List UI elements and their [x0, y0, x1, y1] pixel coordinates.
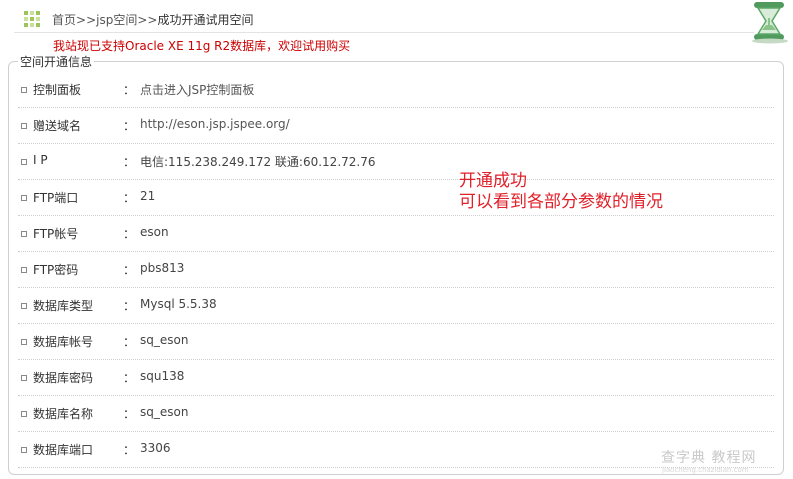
square-bullet-icon — [21, 447, 27, 453]
row-label: 数据库名称 — [33, 407, 94, 421]
square-bullet-icon — [21, 87, 27, 93]
row-colon: ： — [123, 155, 136, 169]
breadcrumb-home-link[interactable]: 首页 — [52, 13, 76, 27]
square-bullet-icon — [21, 231, 27, 237]
row-label: 数据库密码 — [33, 371, 94, 385]
row-db-account: 数据库帐号 ： sq_eson — [18, 324, 774, 360]
row-label: FTP密码 — [33, 263, 79, 277]
row-label: I P — [33, 153, 48, 167]
row-value: pbs813 — [140, 261, 185, 275]
breadcrumb: 首页>>jsp空间>>成功开通试用空间 — [52, 11, 253, 28]
row-colon: ： — [123, 371, 136, 385]
row-colon: ： — [123, 443, 136, 457]
square-bullet-icon — [21, 159, 27, 165]
square-bullet-icon — [21, 303, 27, 309]
row-value: sq_eson — [140, 333, 189, 347]
breadcrumb-section-link[interactable]: jsp空间 — [96, 13, 137, 27]
row-colon: ： — [123, 227, 136, 241]
row-value: squ138 — [140, 369, 185, 383]
breadcrumb-separator: >> — [137, 13, 158, 27]
row-label: 数据库帐号 — [33, 335, 94, 349]
grid-icon — [24, 11, 40, 27]
watermark: 查字典 教程网 — [661, 450, 757, 466]
row-domain: 赠送域名 ： http://eson.jsp.jspee.org/ — [18, 108, 774, 144]
row-db-type: 数据库类型 ： Mysql 5.5.38 — [18, 288, 774, 324]
row-label: FTP端口 — [33, 191, 79, 205]
row-value: Mysql 5.5.38 — [140, 297, 217, 311]
row-colon: ： — [123, 191, 136, 205]
row-value: 电信:115.238.249.172 联通:60.12.72.76 — [140, 155, 376, 169]
row-label: 数据库端口 — [33, 443, 94, 457]
row-value: sq_eson — [140, 405, 189, 419]
square-bullet-icon — [21, 267, 27, 273]
square-bullet-icon — [21, 411, 27, 417]
row-colon: ： — [123, 263, 136, 277]
success-annotation: 开通成功 可以看到各部分参数的情况 — [459, 171, 663, 213]
row-ftp-account: FTP帐号 ： eson — [18, 216, 774, 252]
row-value: eson — [140, 225, 169, 239]
row-colon: ： — [123, 119, 136, 133]
row-colon: ： — [123, 299, 136, 313]
row-db-name: 数据库名称 ： sq_eson — [18, 396, 774, 432]
breadcrumb-separator: >> — [76, 13, 97, 27]
control-panel-link[interactable]: 点击进入JSP控制面板 — [140, 81, 254, 98]
square-bullet-icon — [21, 123, 27, 129]
annotation-line-1: 开通成功 — [459, 171, 527, 191]
square-bullet-icon — [21, 339, 27, 345]
row-control-panel: 控制面板 ： 点击进入JSP控制面板 — [18, 72, 774, 108]
square-bullet-icon — [21, 375, 27, 381]
row-colon: ： — [123, 407, 136, 421]
domain-link[interactable]: http://eson.jsp.jspee.org/ — [140, 117, 290, 131]
row-ftp-password: FTP密码 ： pbs813 — [18, 252, 774, 288]
annotation-line-2: 可以看到各部分参数的情况 — [459, 192, 663, 212]
row-label: 赠送域名 — [33, 119, 82, 133]
breadcrumb-current: 成功开通试用空间 — [157, 13, 254, 27]
row-label: FTP帐号 — [33, 227, 79, 241]
panel-title: 空间开通信息 — [18, 53, 95, 70]
row-label: 控制面板 — [33, 83, 82, 97]
info-rows: 控制面板 ： 点击进入JSP控制面板 赠送域名 ： http://eson.js… — [18, 72, 774, 468]
hourglass-icon — [752, 2, 788, 44]
breadcrumb-bar: 首页>>jsp空间>>成功开通试用空间 — [14, 6, 754, 33]
oracle-notice: 我站现已支持Oracle XE 11g R2数据库，欢迎试用购买 — [53, 39, 351, 53]
row-value: 21 — [140, 189, 156, 203]
row-colon: ： — [123, 335, 136, 349]
row-label: 数据库类型 — [33, 299, 94, 313]
row-db-password: 数据库密码 ： squ138 — [18, 360, 774, 396]
square-bullet-icon — [21, 195, 27, 201]
watermark-url: jiaocheng.chazidian.com — [662, 466, 749, 474]
row-value: 3306 — [140, 441, 171, 455]
row-colon: ： — [123, 83, 136, 97]
